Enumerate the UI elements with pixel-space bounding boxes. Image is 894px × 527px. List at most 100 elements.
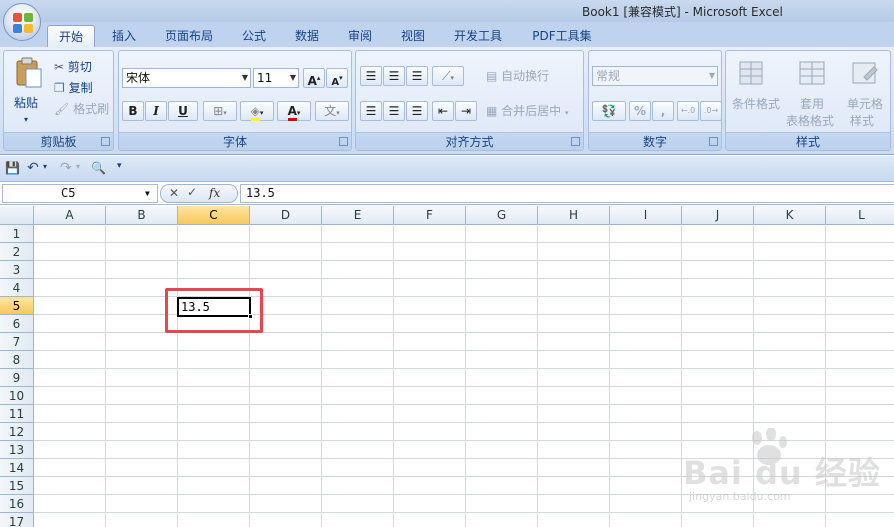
office-button[interactable] — [3, 3, 41, 41]
row-header-8[interactable]: 8 — [0, 351, 34, 369]
cut-button[interactable]: ✂ 剪切 — [54, 57, 92, 77]
row-header-17[interactable]: 17 — [0, 513, 34, 527]
row-header-16[interactable]: 16 — [0, 495, 34, 513]
orientation-button[interactable]: ⟋▾ — [432, 66, 464, 86]
row-header-15[interactable]: 15 — [0, 477, 34, 495]
column-header-g[interactable]: G — [466, 206, 538, 225]
row-header-11[interactable]: 11 — [0, 405, 34, 423]
column-header-h[interactable]: H — [538, 206, 610, 225]
row-header-13[interactable]: 13 — [0, 441, 34, 459]
phonetic-button[interactable]: 文▾ — [315, 101, 349, 121]
fill-color-button[interactable]: ◈▾ — [240, 101, 274, 121]
align-right-button[interactable]: ☰ — [406, 101, 428, 121]
customize-toolbar-icon[interactable]: ▾ — [117, 161, 122, 171]
select-all-corner[interactable] — [0, 206, 34, 225]
comma-button[interactable]: , — [652, 101, 674, 121]
column-header-i[interactable]: I — [610, 206, 682, 225]
redo-icon[interactable]: ↷ — [60, 160, 72, 176]
font-launcher-icon[interactable] — [339, 137, 348, 146]
align-bottom-button[interactable]: ☰ — [406, 66, 428, 86]
formula-buttons: ✕ ✓ fx — [160, 184, 238, 203]
row-header-4[interactable]: 4 — [0, 279, 34, 297]
tab-formulas[interactable]: 公式 — [232, 25, 276, 47]
column-header-j[interactable]: J — [682, 206, 754, 225]
row-header-7[interactable]: 7 — [0, 333, 34, 351]
column-header-f[interactable]: F — [394, 206, 466, 225]
column-header-k[interactable]: K — [754, 206, 826, 225]
shrink-font-button[interactable]: A▾ — [326, 68, 348, 88]
row-header-12[interactable]: 12 — [0, 423, 34, 441]
column-header-l[interactable]: L — [826, 206, 894, 225]
italic-button[interactable]: I — [145, 101, 167, 121]
bold-button[interactable]: B — [122, 101, 144, 121]
print-preview-icon[interactable]: 🔍 — [91, 161, 106, 175]
font-size-combo[interactable]: 11 ▼ — [253, 68, 299, 88]
column-header-b[interactable]: B — [106, 206, 178, 225]
percent-button[interactable]: % — [629, 101, 651, 121]
grow-font-button[interactable]: A▴ — [303, 68, 325, 88]
increase-decimal-button[interactable]: ←.0 — [677, 101, 699, 121]
redo-dropdown-icon[interactable]: ▾ — [76, 162, 80, 171]
cancel-icon[interactable]: ✕ — [169, 186, 179, 200]
save-icon[interactable]: 💾 — [5, 161, 20, 175]
clipboard-launcher-icon[interactable] — [101, 137, 110, 146]
undo-dropdown-icon[interactable]: ▾ — [43, 162, 47, 171]
font-color-button[interactable]: A▾ — [277, 101, 311, 121]
align-middle-button[interactable]: ☰ — [383, 66, 405, 86]
row-header-9[interactable]: 9 — [0, 369, 34, 387]
format-painter-button[interactable]: 🖌 格式刷 — [54, 99, 109, 119]
cell-styles-button[interactable]: 样式 — [850, 111, 874, 131]
format-table-button[interactable]: 表格格式 — [786, 111, 834, 131]
decrease-indent-icon: ⇤ — [437, 104, 449, 118]
paste-dropdown-icon[interactable]: ▾ — [24, 110, 28, 130]
number-format-combo[interactable]: 常规 ▼ — [592, 66, 718, 86]
chevron-down-icon[interactable]: ▼ — [145, 185, 150, 202]
formula-input[interactable]: 13.5 — [240, 184, 894, 203]
wrap-text-button[interactable]: ▤ 自动换行 — [486, 66, 549, 86]
accounting-format-button[interactable]: 💱 — [592, 101, 626, 121]
row-header-14[interactable]: 14 — [0, 459, 34, 477]
tab-pdf-tools[interactable]: PDF工具集 — [522, 25, 602, 47]
cut-label: 剪切 — [67, 60, 92, 74]
merge-center-button[interactable]: ▦ 合并后居中 ▾ — [486, 101, 569, 121]
number-launcher-icon[interactable] — [709, 137, 718, 146]
increase-indent-button[interactable]: ⇥ — [455, 101, 477, 121]
group-alignment: ☰ ☰ ☰ ⟋▾ ▤ 自动换行 ☰ ☰ ☰ ⇤ ⇥ ▦ 合并后居中 ▾ 对齐方式 — [355, 50, 584, 151]
underline-button[interactable]: U — [168, 101, 198, 121]
tab-insert[interactable]: 插入 — [103, 25, 145, 47]
decrease-decimal-button[interactable]: .0→ — [700, 101, 722, 121]
clipboard-group-label: 剪贴板 — [4, 132, 113, 150]
decrease-indent-button[interactable]: ⇤ — [432, 101, 454, 121]
chevron-down-icon: ▼ — [708, 71, 715, 80]
insert-function-icon[interactable]: fx — [209, 186, 220, 200]
border-button[interactable]: ⊞▾ — [203, 101, 237, 121]
tab-home[interactable]: 开始 — [47, 25, 95, 47]
enter-icon[interactable]: ✓ — [187, 185, 197, 199]
font-name-combo[interactable]: 宋体 ▼ — [122, 68, 251, 88]
title-bar: Book1 [兼容模式] - Microsoft Excel — [0, 0, 894, 22]
align-center-button[interactable]: ☰ — [383, 101, 405, 121]
conditional-format-button[interactable]: 条件格式 — [732, 94, 780, 114]
column-header-e[interactable]: E — [322, 206, 394, 225]
paint-bucket-icon: ◈ — [250, 104, 260, 121]
tab-page-layout[interactable]: 页面布局 — [155, 25, 223, 47]
row-header-5[interactable]: 5 — [0, 297, 34, 315]
undo-icon[interactable]: ↶ — [27, 160, 39, 176]
tab-review[interactable]: 审阅 — [338, 25, 382, 47]
tab-data[interactable]: 数据 — [285, 25, 329, 47]
column-header-c[interactable]: C — [178, 206, 250, 225]
tab-view[interactable]: 视图 — [391, 25, 435, 47]
column-header-d[interactable]: D — [250, 206, 322, 225]
copy-button[interactable]: ❐ 复制 — [54, 78, 93, 98]
column-header-a[interactable]: A — [34, 206, 106, 225]
tab-developer[interactable]: 开发工具 — [445, 25, 511, 47]
row-header-2[interactable]: 2 — [0, 243, 34, 261]
alignment-launcher-icon[interactable] — [571, 137, 580, 146]
row-header-1[interactable]: 1 — [0, 225, 34, 243]
row-header-3[interactable]: 3 — [0, 261, 34, 279]
align-top-button[interactable]: ☰ — [360, 66, 382, 86]
name-box[interactable]: C5 ▼ — [2, 184, 158, 203]
align-left-button[interactable]: ☰ — [360, 101, 382, 121]
row-header-6[interactable]: 6 — [0, 315, 34, 333]
row-header-10[interactable]: 10 — [0, 387, 34, 405]
